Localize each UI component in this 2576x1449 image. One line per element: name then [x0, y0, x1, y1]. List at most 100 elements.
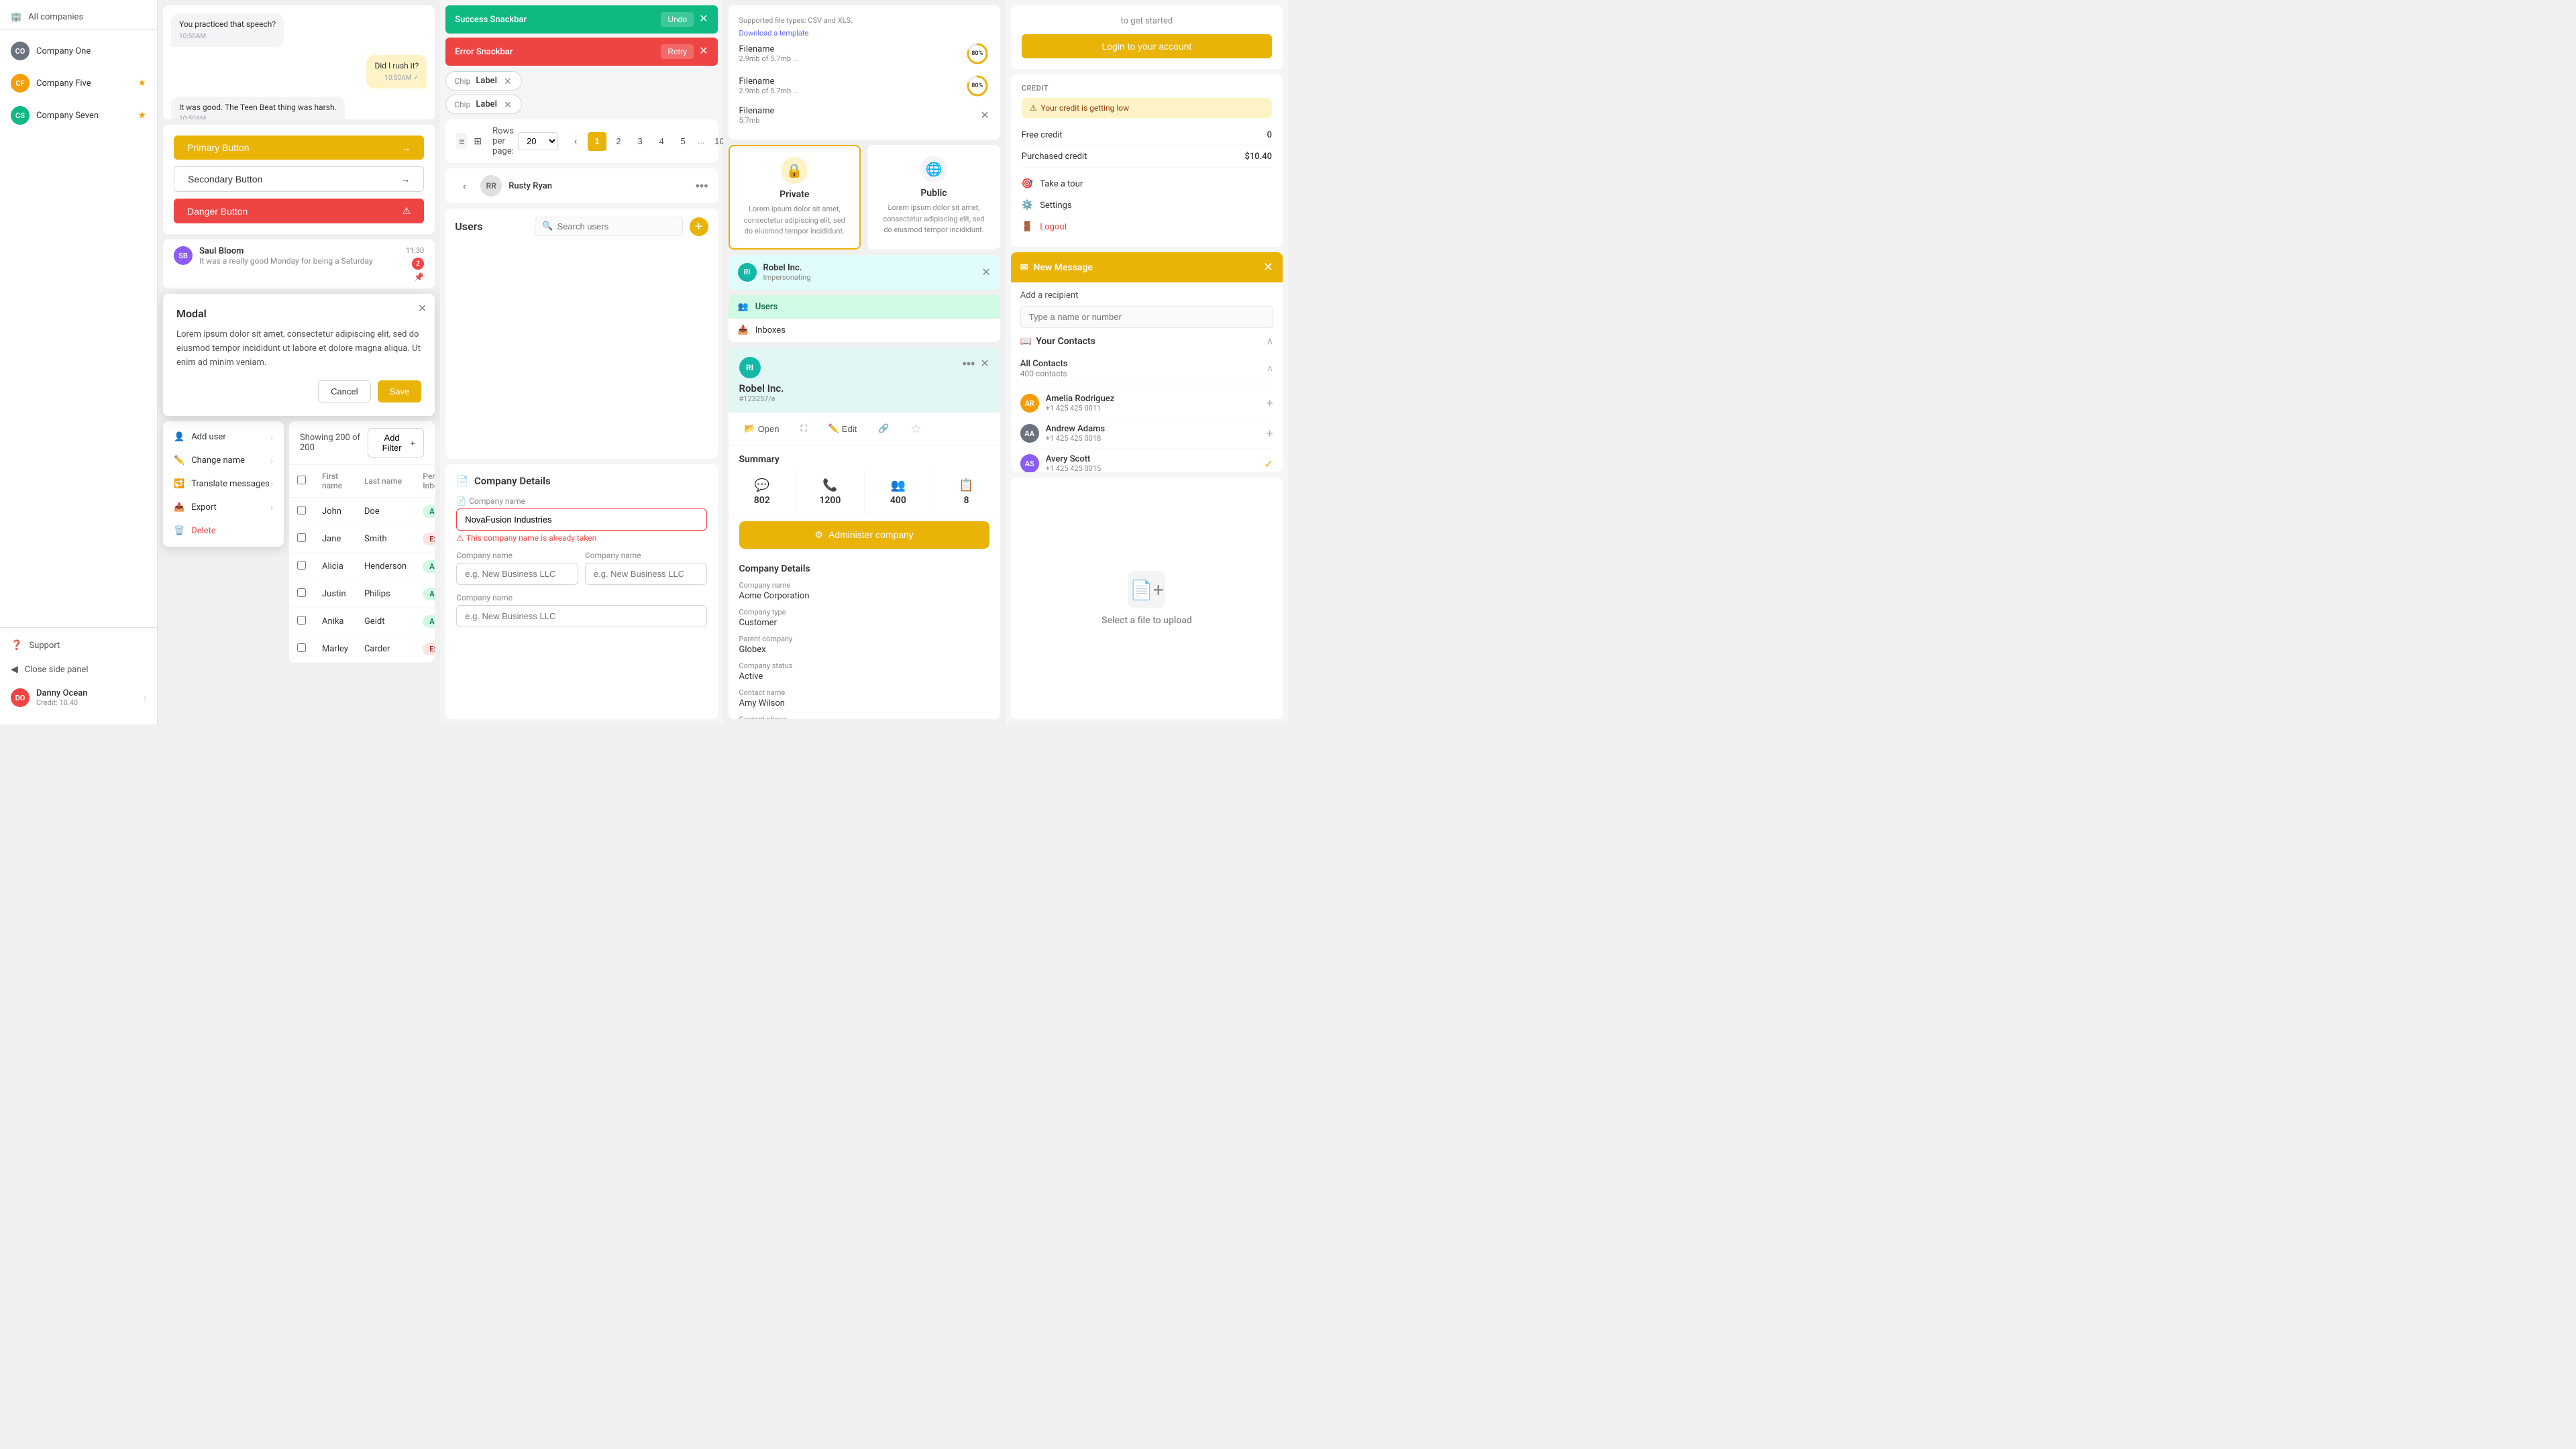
context-change-name[interactable]: ✏️ Change name › [163, 449, 284, 472]
privacy-card-private[interactable]: 🔒 Private Lorem ipsum dolor sit amet, co… [729, 145, 861, 250]
recipient-input[interactable] [1020, 306, 1273, 328]
context-add-user[interactable]: 👤 Add user › [163, 425, 284, 449]
sidebar-item-support[interactable]: ❓ Support [0, 633, 157, 657]
table-row: Jane Smith Expired 2 User 02/02/2022 [289, 525, 435, 553]
row-checkbox[interactable] [297, 643, 306, 652]
contacts-count: 400 contacts [1020, 369, 1068, 378]
impersonation-inboxes-item[interactable]: 📥 Inboxes [729, 319, 1000, 342]
company-item-cs[interactable]: CS Company Seven ★ [0, 99, 157, 131]
new-message-header: ✉ New Message ✕ [1011, 252, 1283, 282]
select-all-checkbox[interactable] [297, 476, 306, 484]
modal-cancel-button[interactable]: Cancel [318, 380, 370, 402]
user-profile-item[interactable]: DO Danny Ocean Credit: 10.40 › [0, 682, 157, 714]
impersonation-users-item[interactable]: 👥 Users [729, 295, 1000, 319]
detail-company-name-label: Company name [739, 581, 989, 590]
page-1-button[interactable]: 1 [588, 132, 606, 151]
download-template-link[interactable]: Download a template [739, 29, 989, 38]
chip-2-close[interactable]: ✕ [502, 100, 513, 109]
row-checkbox[interactable] [297, 506, 306, 515]
contact-name-0: Amelia Rodriguez [1046, 394, 1260, 404]
administer-button[interactable]: ⚙ Administer company [739, 521, 989, 549]
users-search-input[interactable] [557, 221, 676, 231]
saul-bloom-item[interactable]: SB Saul Bloom It was a really good Monda… [163, 239, 435, 288]
context-delete[interactable]: 🗑️ Delete [163, 519, 284, 543]
snackbar-success-close[interactable]: ✕ [699, 14, 708, 25]
add-filter-button[interactable]: Add Filter + [368, 428, 425, 458]
file-3-close[interactable]: ✕ [980, 109, 989, 122]
company-name-input-4[interactable] [456, 605, 706, 627]
contact-add-button[interactable]: + [1266, 427, 1273, 441]
primary-button[interactable]: Primary Button → [174, 136, 424, 160]
support-icon: ❓ [11, 640, 22, 651]
detail-status-value: Active [739, 672, 989, 682]
contact-list-item: AS Avery Scott +1 425 425 0015 ✓ [1020, 449, 1273, 472]
row-checkbox[interactable] [297, 616, 306, 625]
modal-save-button[interactable]: Save [378, 380, 422, 402]
add-user-button[interactable]: + [690, 217, 708, 236]
crm-open-button[interactable]: 📂 Open [739, 419, 785, 439]
row-checkbox[interactable] [297, 533, 306, 542]
company-name-input-3[interactable] [585, 563, 707, 585]
grid-view-button[interactable]: ⊞ [471, 133, 484, 150]
detail-company-name: Company name Acme Corporation [739, 581, 989, 601]
page-4-button[interactable]: 4 [652, 132, 671, 151]
crm-star-button[interactable]: ☆ [905, 419, 926, 439]
chevron-right-icon: › [144, 693, 146, 702]
all-companies-item[interactable]: 🏢 All companies [0, 5, 157, 30]
crm-link-button[interactable]: 🔗 [873, 419, 894, 439]
login-text: to get started [1022, 16, 1272, 26]
file-1-name: Filename [739, 44, 965, 54]
purchased-credit-row: Purchased credit $10.40 [1022, 146, 1272, 168]
company-item-cf[interactable]: CF Company Five ★ [0, 67, 157, 99]
modal-close-button[interactable]: ✕ [418, 302, 427, 315]
contact-add-button[interactable]: + [1266, 396, 1273, 411]
crm-more-button[interactable]: ••• [962, 357, 975, 371]
link-icon: 🔗 [878, 423, 889, 434]
logout-item[interactable]: 🚪 Logout [1022, 216, 1272, 237]
crm-expand-button[interactable]: ⛶ [796, 419, 812, 439]
page-3-button[interactable]: 3 [631, 132, 649, 151]
list-view-button[interactable]: ≡ [456, 133, 467, 150]
public-desc: Lorem ipsum dolor sit amet, consectetur … [878, 203, 989, 236]
company-name-input-2[interactable] [456, 563, 578, 585]
private-desc: Lorem ipsum dolor sit amet, consectetur … [741, 204, 849, 237]
context-export[interactable]: 📤 Export › [163, 496, 284, 519]
danger-button[interactable]: Danger Button ⚠ [174, 199, 424, 223]
prev-page-button[interactable]: ‹ [566, 132, 585, 151]
settings-item[interactable]: ⚙️ Settings [1022, 195, 1272, 216]
contact-back-button[interactable]: ‹ [455, 176, 474, 195]
sidebar-item-close[interactable]: ◀ Close side panel [0, 657, 157, 682]
secondary-button[interactable]: Secondary Button → [174, 166, 424, 192]
context-translate[interactable]: 🔁 Translate messages › [163, 472, 284, 496]
new-message-close-button[interactable]: ✕ [1263, 260, 1273, 274]
crm-avatar: RI [739, 357, 761, 378]
impersonation-close-button[interactable]: ✕ [981, 266, 990, 279]
snackbar-error-close[interactable]: ✕ [699, 46, 708, 57]
plus-icon: + [411, 438, 416, 448]
company-item-co[interactable]: CO Company One [0, 35, 157, 67]
contact-more-button[interactable]: ••• [696, 180, 708, 192]
company-name-input[interactable] [456, 508, 706, 531]
col2-label: Company name [585, 551, 707, 560]
rows-select[interactable]: 20 50 100 [518, 132, 558, 150]
contact-list-item: AA Andrew Adams +1 425 425 0018 + [1020, 419, 1273, 449]
crm-edit-button[interactable]: ✏️ Edit [823, 419, 863, 439]
users-table-panel: Showing 200 of 200 Add Filter + First na… [289, 421, 435, 663]
privacy-card-public[interactable]: 🌐 Public Lorem ipsum dolor sit amet, con… [867, 145, 1000, 250]
login-button[interactable]: Login to your account [1022, 34, 1272, 58]
undo-button[interactable]: Undo [661, 12, 694, 27]
row-checkbox[interactable] [297, 561, 306, 570]
crm-company-id: #123257/e [739, 394, 784, 403]
retry-button[interactable]: Retry [661, 44, 694, 59]
page-2-button[interactable]: 2 [609, 132, 628, 151]
detail-contact-phone: Contact phone +1 425 425 0009 [739, 715, 989, 720]
privacy-cards: 🔒 Private Lorem ipsum dolor sit amet, co… [729, 145, 1000, 250]
page-10-button[interactable]: 10 [710, 132, 722, 151]
chip-1-close[interactable]: ✕ [502, 76, 513, 86]
crm-close-button[interactable]: ✕ [980, 357, 989, 370]
page-5-button[interactable]: 5 [674, 132, 692, 151]
row-checkbox[interactable] [297, 588, 306, 597]
panel-login: to get started Login to your account CRE… [1006, 0, 1288, 724]
new-message-body: Add a recipient 📖 Your Contacts ∧ All Co… [1011, 282, 1283, 472]
tour-item[interactable]: 🎯 Take a tour [1022, 173, 1272, 195]
